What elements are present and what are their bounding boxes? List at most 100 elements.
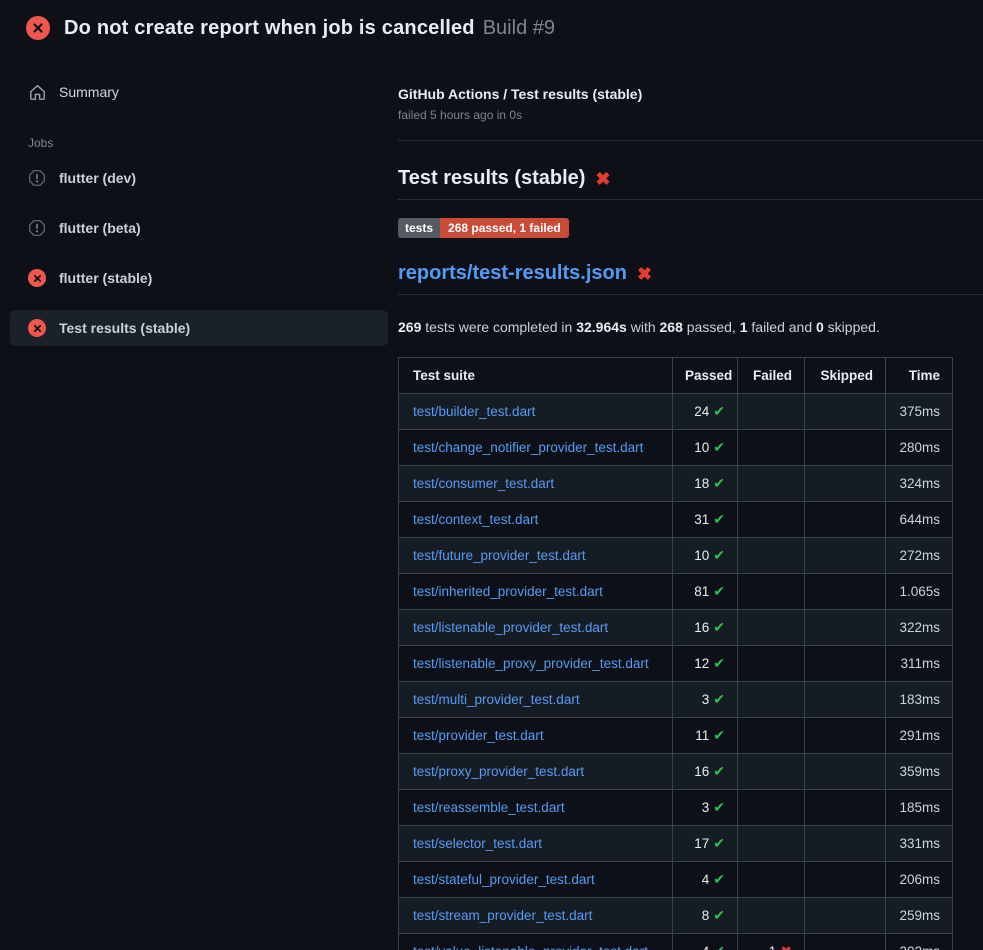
table-row: test/selector_test.dart17✔331ms	[399, 826, 953, 862]
skipped-cell	[805, 718, 886, 754]
report-file-link[interactable]: reports/test-results.json	[398, 262, 627, 285]
suite-cell: test/reassemble_test.dart	[399, 790, 673, 826]
time-cell: 324ms	[886, 466, 953, 502]
suite-cell: test/stateful_provider_test.dart	[399, 862, 673, 898]
test-results-table: Test suite Passed Failed Skipped Time te…	[398, 357, 953, 950]
failed-cell	[738, 826, 805, 862]
summary-segment: 0	[816, 319, 824, 335]
passed-count: 4	[702, 872, 710, 887]
check-icon: ✔	[713, 799, 725, 815]
col-header-passed: Passed	[673, 358, 738, 394]
passed-cell: 16✔	[673, 610, 738, 646]
run-title: Do not create report when job is cancell…	[64, 17, 475, 40]
suite-link[interactable]: test/context_test.dart	[413, 512, 538, 527]
failed-x-icon: ✖	[637, 265, 652, 283]
sidebar-item-job[interactable]: flutter (dev)	[10, 160, 388, 196]
suite-cell: test/listenable_provider_test.dart	[399, 610, 673, 646]
sidebar-item-label: Test results (stable)	[59, 320, 190, 336]
time-cell: 259ms	[886, 898, 953, 934]
run-meta: failed 5 hours ago in 0s	[398, 108, 983, 122]
passed-cell: 18✔	[673, 466, 738, 502]
skipped-cell	[805, 682, 886, 718]
suite-cell: test/builder_test.dart	[399, 394, 673, 430]
skipped-cell	[805, 610, 886, 646]
suite-link[interactable]: test/reassemble_test.dart	[413, 800, 565, 815]
passed-cell: 16✔	[673, 754, 738, 790]
table-row: test/stream_provider_test.dart8✔259ms	[399, 898, 953, 934]
suite-link[interactable]: test/inherited_provider_test.dart	[413, 584, 603, 599]
passed-count: 31	[694, 512, 709, 527]
suite-cell: test/consumer_test.dart	[399, 466, 673, 502]
passed-cell: 12✔	[673, 646, 738, 682]
passed-count: 24	[694, 404, 709, 419]
job-list: flutter (dev) flutter (beta) flutter (stab…	[10, 160, 388, 346]
passed-count: 10	[694, 440, 709, 455]
suite-link[interactable]: test/future_provider_test.dart	[413, 548, 586, 563]
summary-line: 269 tests were completed in 32.964s with…	[398, 319, 983, 335]
check-icon: ✔	[713, 907, 725, 923]
skipped-cell	[805, 394, 886, 430]
tests-badge[interactable]: tests 268 passed, 1 failed	[398, 218, 569, 238]
build-number: Build #9	[483, 17, 555, 40]
table-header-row: Test suite Passed Failed Skipped Time	[399, 358, 953, 394]
col-header-failed: Failed	[738, 358, 805, 394]
passed-cell: 3✔	[673, 682, 738, 718]
failed-cell	[738, 574, 805, 610]
sidebar-item-job[interactable]: flutter (stable)	[10, 260, 388, 296]
skipped-cell	[805, 754, 886, 790]
suite-link[interactable]: test/provider_test.dart	[413, 728, 544, 743]
summary-segment: tests were completed in	[421, 319, 576, 335]
suite-link[interactable]: test/value_listenable_provider_test.dart	[413, 944, 648, 950]
col-header-suite: Test suite	[399, 358, 673, 394]
suite-link[interactable]: test/builder_test.dart	[413, 404, 535, 419]
time-cell: 359ms	[886, 754, 953, 790]
badge-value: 268 passed, 1 failed	[440, 218, 569, 238]
suite-cell: test/provider_test.dart	[399, 718, 673, 754]
main-content: GitHub Actions / Test results (stable) f…	[398, 54, 983, 950]
time-cell: 375ms	[886, 394, 953, 430]
time-cell: 183ms	[886, 682, 953, 718]
table-row: test/reassemble_test.dart3✔185ms	[399, 790, 953, 826]
summary-segment: with	[627, 319, 660, 335]
passed-count: 11	[695, 728, 709, 743]
suite-link[interactable]: test/listenable_proxy_provider_test.dart	[413, 656, 649, 671]
time-cell: 185ms	[886, 790, 953, 826]
suite-link[interactable]: test/selector_test.dart	[413, 836, 542, 851]
section-heading: Test results (stable) ✖	[398, 167, 983, 200]
skipped-cell	[805, 934, 886, 950]
passed-cell: 31✔	[673, 502, 738, 538]
table-row: test/context_test.dart31✔644ms	[399, 502, 953, 538]
failed-cell	[738, 430, 805, 466]
suite-link[interactable]: test/proxy_provider_test.dart	[413, 764, 584, 779]
time-cell: 206ms	[886, 862, 953, 898]
suite-link[interactable]: test/multi_provider_test.dart	[413, 692, 580, 707]
suite-link[interactable]: test/listenable_provider_test.dart	[413, 620, 608, 635]
skipped-cell	[805, 826, 886, 862]
failed-cell	[738, 502, 805, 538]
failed-cell	[738, 538, 805, 574]
sidebar-item-job[interactable]: flutter (beta)	[10, 210, 388, 246]
failed-cell: 1✖	[738, 934, 805, 950]
suite-link[interactable]: test/stream_provider_test.dart	[413, 908, 592, 923]
suite-link[interactable]: test/stateful_provider_test.dart	[413, 872, 595, 887]
table-row: test/change_notifier_provider_test.dart 1…	[399, 430, 953, 466]
passed-cell: 4✔	[673, 862, 738, 898]
check-icon: ✔	[713, 547, 725, 563]
passed-count: 10	[694, 548, 709, 563]
suite-link[interactable]: test/consumer_test.dart	[413, 476, 554, 491]
suite-cell: test/listenable_proxy_provider_test.dart	[399, 646, 673, 682]
jobs-section-label: Jobs	[10, 128, 388, 160]
suite-link[interactable]: test/change_notifier_provider_test.dart	[413, 440, 643, 455]
passed-count: 17	[694, 836, 709, 851]
table-row: test/multi_provider_test.dart 3✔ 183ms	[399, 682, 953, 718]
summary-segment: 1	[740, 319, 748, 335]
check-icon: ✔	[713, 727, 725, 743]
table-row: test/stateful_provider_test.dart 4✔ 206ms	[399, 862, 953, 898]
col-header-time: Time	[886, 358, 953, 394]
summary-segment: 269	[398, 319, 421, 335]
report-heading: reports/test-results.json ✖	[398, 262, 983, 295]
sidebar-item-job[interactable]: Test results (stable)	[10, 310, 388, 346]
cross-icon: ✖	[780, 943, 792, 950]
time-cell: 322ms	[886, 610, 953, 646]
sidebar-item-summary[interactable]: Summary	[10, 74, 388, 110]
